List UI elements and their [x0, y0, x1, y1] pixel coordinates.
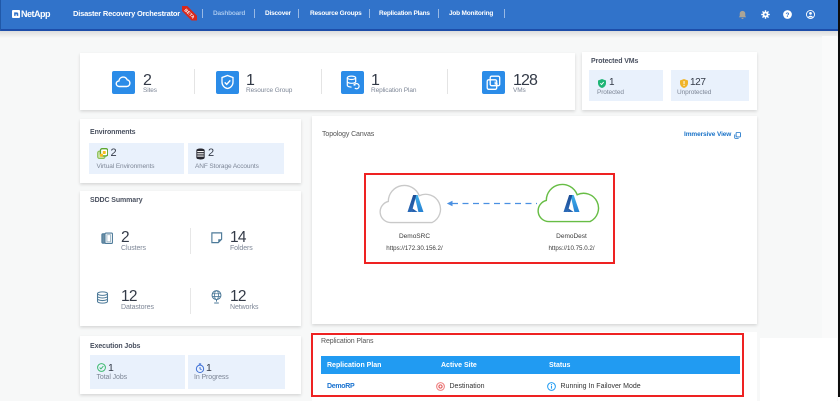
svg-text:?: ?	[786, 12, 790, 19]
